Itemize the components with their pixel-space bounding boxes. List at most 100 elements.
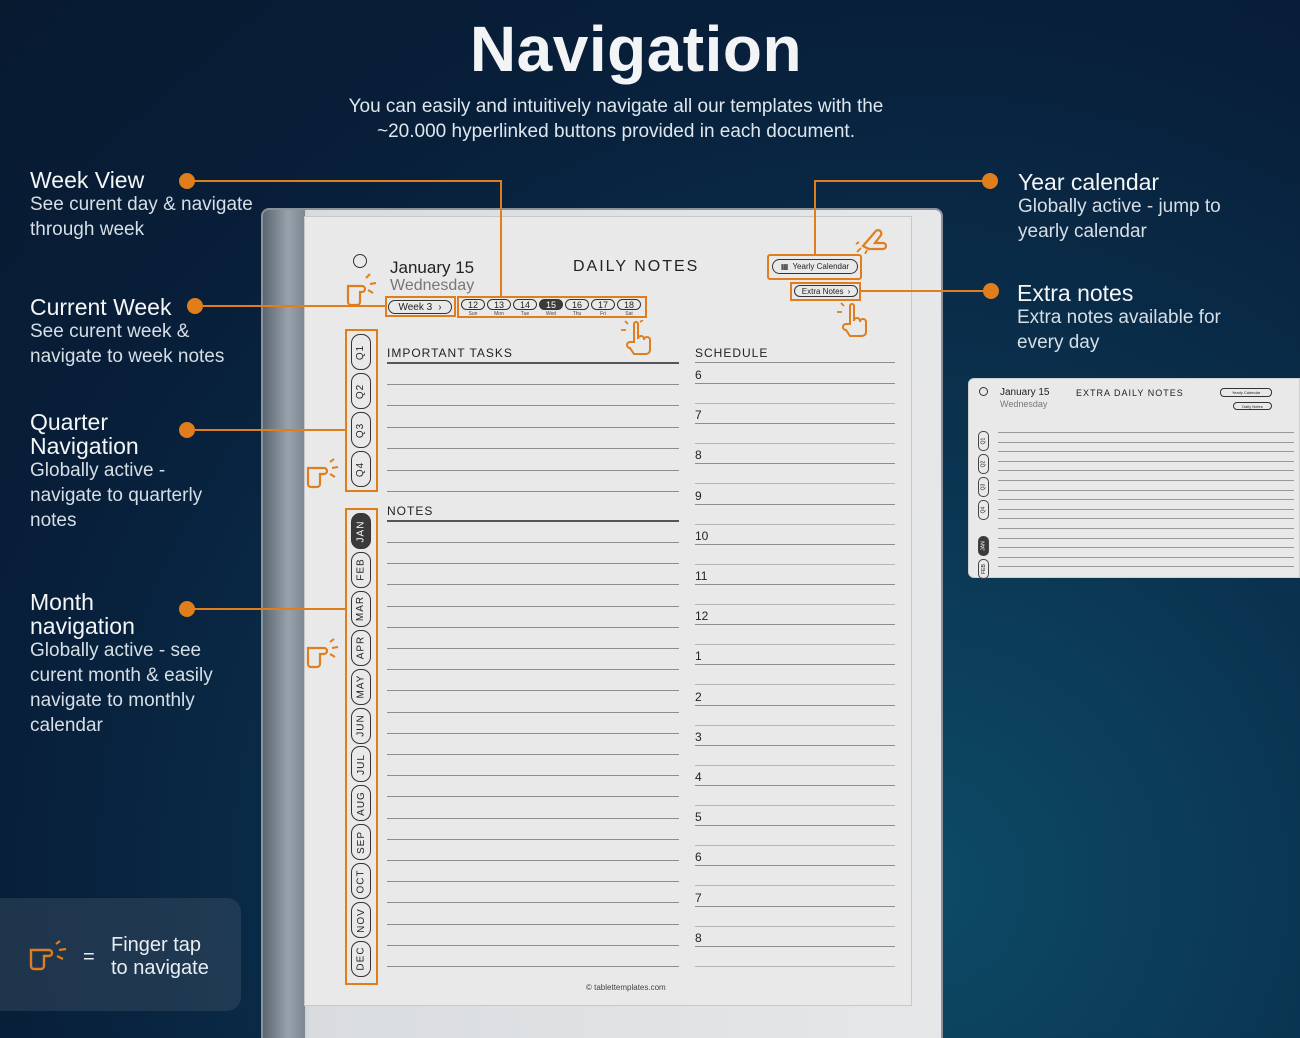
connector-dot: [179, 422, 195, 438]
connector-dot: [179, 173, 195, 189]
mini-line: [998, 451, 1294, 453]
mini-tab-label: Q3: [980, 483, 987, 491]
note-line[interactable]: [387, 923, 679, 925]
schedule-line[interactable]: [695, 423, 895, 425]
annotation-desc: See curent week & navigate to week notes: [30, 321, 225, 367]
schedule-line[interactable]: [695, 503, 895, 505]
schedule-line[interactable]: [695, 543, 895, 545]
notes-heading: NOTES: [387, 504, 434, 518]
mini-quarter-tab: Q3: [978, 477, 989, 497]
schedule-half-line[interactable]: [695, 965, 895, 967]
schedule-line[interactable]: [695, 664, 895, 666]
legend-equals: =: [83, 946, 95, 968]
mini-line: [998, 556, 1294, 558]
annotation-title: Current Week: [30, 294, 172, 320]
connector-dot: [179, 601, 195, 617]
note-line[interactable]: [387, 817, 679, 819]
note-line[interactable]: [387, 732, 679, 734]
note-line[interactable]: [387, 669, 679, 671]
task-line[interactable]: [387, 384, 679, 385]
schedule-half-line[interactable]: [695, 443, 895, 445]
page-title: Navigation: [469, 13, 803, 85]
task-line[interactable]: [387, 491, 679, 492]
schedule-hour: 7: [695, 890, 702, 905]
highlight-extra: [790, 282, 861, 301]
note-line[interactable]: [387, 902, 679, 904]
schedule-half-line[interactable]: [695, 805, 895, 806]
schedule-line[interactable]: [695, 825, 895, 827]
note-line[interactable]: [387, 881, 679, 883]
note-line[interactable]: [387, 796, 679, 798]
mini-line: [998, 566, 1294, 568]
schedule-half-line[interactable]: [695, 563, 895, 565]
note-line[interactable]: [387, 966, 679, 967]
note-line[interactable]: [387, 690, 679, 692]
schedule-half-line[interactable]: [695, 885, 895, 887]
mini-quarter-tab: Q1: [978, 431, 989, 451]
note-line[interactable]: [387, 626, 679, 628]
task-line[interactable]: [387, 405, 679, 407]
schedule-line[interactable]: [695, 624, 895, 626]
schedule-line[interactable]: [695, 744, 895, 746]
schedule-half-line[interactable]: [695, 684, 895, 686]
note-line[interactable]: [387, 605, 679, 607]
schedule-half-line[interactable]: [695, 523, 895, 525]
schedule-line[interactable]: [695, 905, 895, 907]
schedule-hour: 11: [695, 569, 708, 583]
schedule-hour: 2: [695, 689, 702, 704]
schedule-line[interactable]: [695, 785, 895, 786]
schedule-half-line[interactable]: [695, 483, 895, 485]
note-line[interactable]: [387, 711, 679, 713]
note-line[interactable]: [387, 775, 679, 777]
mini-line: [998, 518, 1294, 520]
connector-line: [500, 180, 502, 296]
note-line[interactable]: [387, 860, 679, 861]
schedule-half-line[interactable]: [695, 845, 895, 847]
schedule-hour: 5: [695, 810, 702, 825]
task-line[interactable]: [387, 426, 679, 428]
schedule-line[interactable]: [695, 383, 895, 384]
mini-quarter-tab: Q4: [978, 500, 989, 520]
note-line[interactable]: [387, 838, 679, 840]
note-line[interactable]: [387, 944, 679, 946]
schedule-half-line[interactable]: [695, 925, 895, 927]
task-line[interactable]: [387, 448, 679, 450]
schedule-line[interactable]: [695, 704, 895, 706]
schedule-half-line[interactable]: [695, 644, 895, 646]
page-heading: DAILY NOTES: [573, 258, 700, 275]
connector-dot: [983, 283, 999, 299]
schedule-line[interactable]: [695, 463, 895, 465]
mini-line: [998, 441, 1294, 443]
note-line[interactable]: [387, 542, 679, 543]
page-weekday: Wednesday: [390, 277, 475, 294]
mini-daily-button: Daily Notes: [1233, 402, 1272, 410]
mini-quarter-tab: Q2: [978, 454, 989, 474]
mini-weekday: Wednesday: [1000, 399, 1048, 409]
note-line[interactable]: [387, 648, 679, 649]
schedule-half-line[interactable]: [695, 403, 895, 404]
note-line[interactable]: [387, 754, 679, 755]
task-line[interactable]: [387, 469, 679, 471]
highlight-months: [345, 508, 378, 985]
mini-yearly-label: Yearly Calendar: [1231, 390, 1261, 395]
connector-line: [861, 290, 991, 292]
schedule-line[interactable]: [695, 865, 895, 867]
mini-month-tab: FEB: [978, 559, 989, 579]
mini-daily-label: Daily Notes: [1242, 403, 1263, 409]
schedule-hour: 6: [695, 368, 702, 382]
schedule-half-line[interactable]: [695, 764, 895, 766]
tap-hand-icon: [837, 302, 867, 337]
note-line[interactable]: [387, 584, 679, 586]
annotation-desc: See curent day & navigate through week: [30, 194, 253, 240]
note-line[interactable]: [387, 563, 679, 565]
schedule-hour: 9: [695, 488, 702, 503]
highlight-quarters: [345, 329, 378, 492]
schedule-line[interactable]: [695, 584, 895, 585]
divider: [387, 520, 679, 522]
annotation-desc: Globally active - navigate to quarterly …: [30, 460, 203, 531]
schedule-half-line[interactable]: [695, 604, 895, 605]
clock-icon[interactable]: [353, 254, 367, 268]
mini-yearly-button: Yearly Calendar: [1220, 388, 1272, 397]
schedule-line[interactable]: [695, 945, 895, 947]
schedule-half-line[interactable]: [695, 724, 895, 726]
